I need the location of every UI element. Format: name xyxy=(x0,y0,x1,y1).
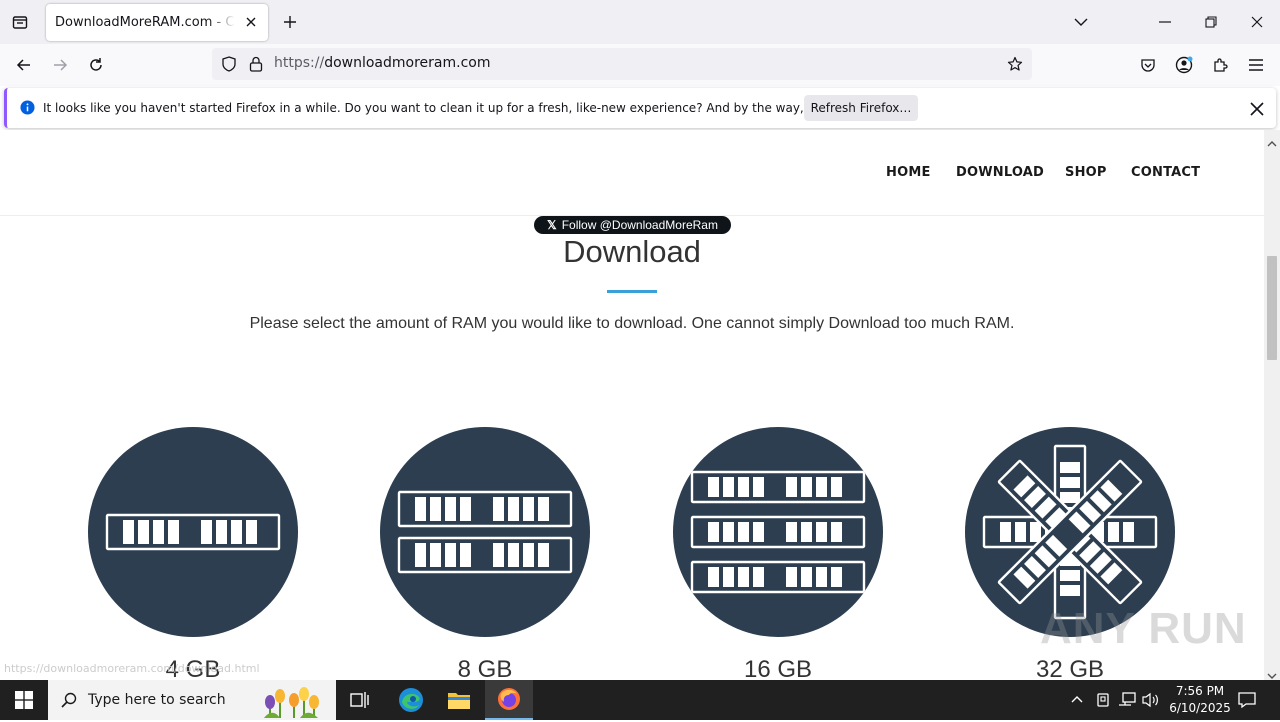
list-all-tabs-icon[interactable] xyxy=(1066,8,1096,36)
ram-option-4gb[interactable] xyxy=(88,427,298,637)
forward-icon[interactable] xyxy=(46,51,74,79)
new-tab-icon[interactable] xyxy=(278,10,302,34)
x-logo-icon: 𝕏 xyxy=(547,218,557,232)
ram-label-8gb[interactable]: 8 GB xyxy=(380,656,590,680)
scroll-up-icon[interactable] xyxy=(1267,134,1277,147)
refresh-notification-bar: It looks like you haven't started Firefo… xyxy=(4,88,1276,128)
refresh-firefox-button[interactable]: Refresh Firefox… xyxy=(804,95,918,121)
info-icon xyxy=(20,100,35,119)
edge-icon[interactable] xyxy=(387,680,435,720)
ram-label-16gb[interactable]: 16 GB xyxy=(673,656,883,680)
search-placeholder: Type here to search xyxy=(88,692,226,708)
menu-icon[interactable] xyxy=(1242,51,1270,79)
page-title: Download xyxy=(563,234,701,269)
volume-icon[interactable] xyxy=(1142,692,1160,712)
network-icon[interactable] xyxy=(1118,692,1136,712)
back-icon[interactable] xyxy=(10,51,38,79)
notification-message: It looks like you haven't started Firefo… xyxy=(43,101,899,115)
tray-chevron-up-icon[interactable] xyxy=(1070,692,1084,711)
close-tab-icon[interactable] xyxy=(242,13,260,31)
notification-close-icon[interactable] xyxy=(1250,101,1264,120)
ram-option-8gb[interactable] xyxy=(380,427,590,637)
intro-text: Please select the amount of RAM you woul… xyxy=(249,315,1015,332)
menu-home[interactable]: HOME xyxy=(886,165,931,180)
nav-bar: https://downloadmoreram.com xyxy=(0,44,1280,86)
ram-option-16gb[interactable] xyxy=(673,427,883,637)
extensions-icon[interactable] xyxy=(1206,51,1234,79)
ram-stick-icon xyxy=(397,490,573,574)
menu-download[interactable]: DOWNLOAD xyxy=(956,165,1044,180)
tab-title: DownloadMoreRAM.com - CloudRAM xyxy=(55,15,235,30)
device-icon[interactable] xyxy=(1096,692,1110,712)
search-icon xyxy=(61,692,77,712)
page-content: HOME DOWNLOAD SHOP CONTACT 𝕏 Follow @Dow… xyxy=(0,130,1264,680)
lock-icon[interactable] xyxy=(249,56,263,76)
window-close-icon[interactable] xyxy=(1242,8,1272,36)
clock-time: 7:56 PM xyxy=(1175,684,1225,698)
active-tab[interactable]: DownloadMoreRAM.com - CloudRAM xyxy=(46,4,268,41)
url-text[interactable]: https://downloadmoreram.com xyxy=(274,55,490,71)
menu-shop[interactable]: SHOP xyxy=(1065,165,1107,180)
status-link-url: https://downloadmoreram.com/download.htm… xyxy=(4,662,260,675)
bookmark-star-icon[interactable] xyxy=(1007,56,1023,76)
title-underline xyxy=(607,290,657,293)
twitter-follow-button[interactable]: 𝕏 Follow @DownloadMoreRam xyxy=(534,216,731,234)
menu-contact[interactable]: CONTACT xyxy=(1131,165,1200,180)
task-view-icon[interactable] xyxy=(336,680,384,720)
reload-icon[interactable] xyxy=(82,51,110,79)
ram-stick-icon xyxy=(105,513,281,551)
notifications-icon[interactable] xyxy=(1238,691,1256,713)
firefox-taskbar-icon[interactable] xyxy=(485,680,533,720)
ram-stick-icon xyxy=(690,470,866,594)
restore-icon[interactable] xyxy=(1196,8,1226,36)
watermark: ANY RUN xyxy=(1040,604,1247,653)
follow-label: Follow @DownloadMoreRam xyxy=(561,218,718,232)
tulips-illustration-icon xyxy=(260,682,332,722)
tab-strip: DownloadMoreRAM.com - CloudRAM xyxy=(0,0,1280,44)
ram-label-32gb[interactable]: 32 GB xyxy=(965,656,1175,680)
tracking-protection-icon[interactable] xyxy=(221,56,237,76)
system-clock[interactable]: 7:56 PM 6/10/2025 xyxy=(1160,683,1240,717)
pocket-icon[interactable] xyxy=(1134,51,1162,79)
windows-taskbar: Type here to search 7:56 PM 6/10/2025 xyxy=(0,680,1280,720)
scroll-down-icon[interactable] xyxy=(1267,666,1277,679)
taskbar-search-box[interactable]: Type here to search xyxy=(48,680,336,720)
account-icon[interactable] xyxy=(1170,51,1198,79)
clock-date: 6/10/2025 xyxy=(1169,701,1231,715)
tab-list-icon[interactable] xyxy=(8,10,32,34)
file-explorer-icon[interactable] xyxy=(435,680,483,720)
scroll-thumb[interactable] xyxy=(1267,256,1277,360)
minimize-icon[interactable] xyxy=(1150,8,1180,36)
windows-start-icon[interactable] xyxy=(0,680,48,720)
site-header: HOME DOWNLOAD SHOP CONTACT xyxy=(0,130,1264,216)
url-bar[interactable]: https://downloadmoreram.com xyxy=(212,48,1032,80)
page-scrollbar[interactable] xyxy=(1264,130,1280,680)
